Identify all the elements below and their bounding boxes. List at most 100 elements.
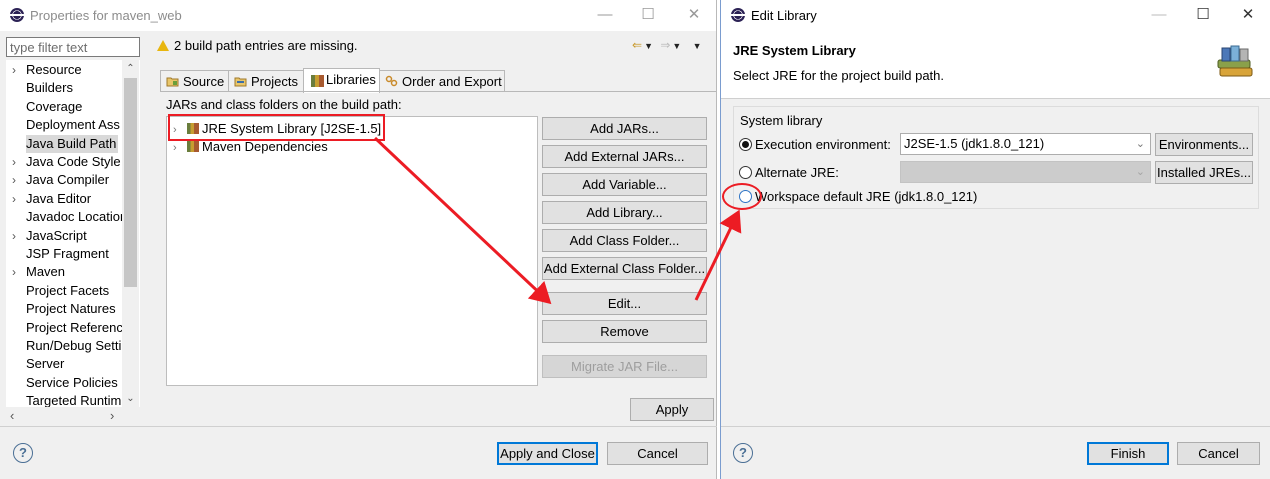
tree-item-label: Project Natures — [26, 301, 116, 317]
eclipse-icon — [731, 8, 745, 22]
group-label: System library — [740, 113, 823, 128]
environments-button[interactable]: Environments... — [1155, 133, 1253, 156]
tree-item-label: Java Editor — [26, 190, 92, 206]
expand-chevron-icon[interactable]: › — [12, 190, 22, 208]
maximize-button[interactable]: ☐ — [633, 4, 663, 26]
warning-message: 2 build path entries are missing. — [157, 38, 358, 53]
finish-button[interactable]: Finish — [1087, 442, 1169, 465]
scroll-right-icon[interactable]: › — [110, 407, 114, 424]
tree-item-label: Server — [26, 356, 65, 372]
window-title: Edit Library — [751, 8, 817, 23]
tree-item-label: Maven — [26, 264, 66, 280]
property-tree: › Resource Builders Coverage Deployment Ass J… — [6, 60, 140, 424]
add-class-folder-button[interactable]: Add Class Folder... — [542, 229, 707, 252]
projects-icon — [234, 77, 247, 87]
chevron-down-icon: ⌄ — [1135, 138, 1145, 150]
build-path-label: JARs and class folders on the build path… — [166, 97, 402, 112]
execution-environment-radio[interactable]: Execution environment: — [739, 137, 891, 153]
tree-item-label: Deployment Ass — [26, 117, 120, 133]
radio-selected-icon — [739, 138, 752, 151]
forward-menu-icon[interactable]: ▼ — [672, 41, 683, 51]
footer-separator — [721, 426, 1270, 427]
workspace-default-jre-radio[interactable]: Workspace default JRE (jdk1.8.0_121) — [739, 189, 977, 205]
library-icon — [187, 141, 199, 152]
tree-item-label: Resource — [26, 62, 82, 77]
radio-unselected-icon — [739, 166, 752, 179]
window-title: Properties for maven_web — [30, 8, 182, 23]
cancel-button[interactable]: Cancel — [1177, 442, 1260, 465]
remove-button[interactable]: Remove — [542, 320, 707, 343]
close-button[interactable]: ✕ — [1233, 4, 1263, 26]
tree-item-label: Project Referenc — [26, 319, 123, 335]
tab-libraries[interactable]: Libraries — [303, 68, 380, 93]
add-jars-button[interactable]: Add JARs... — [542, 117, 707, 140]
tree-item-label: Project Facets — [26, 282, 110, 298]
add-external-jars-button[interactable]: Add External JARs... — [542, 145, 707, 168]
warning-text: 2 build path entries are missing. — [174, 38, 358, 53]
back-menu-icon[interactable]: ▼ — [644, 41, 655, 51]
filter-input[interactable] — [7, 38, 139, 56]
forward-arrow-icon[interactable]: ⇒ — [660, 38, 672, 52]
alternate-jre-select[interactable]: ⌄ — [900, 161, 1151, 183]
expand-chevron-icon[interactable]: › — [12, 61, 22, 79]
tree-vertical-scrollbar[interactable]: ⌃ ⌄ — [122, 60, 139, 407]
close-button[interactable]: ✕ — [679, 4, 709, 26]
expand-chevron-icon[interactable]: › — [173, 139, 185, 157]
order-export-icon — [385, 75, 398, 87]
back-arrow-icon[interactable]: ⇐ — [632, 38, 644, 52]
tree-item-label: Javadoc Location — [26, 209, 124, 225]
tree-item-label: JavaScript — [26, 227, 87, 243]
tree-horizontal-scrollbar[interactable]: ‹ › — [6, 407, 140, 424]
minimize-button[interactable]: — — [590, 4, 620, 26]
expand-chevron-icon[interactable]: › — [12, 153, 22, 171]
tab-order-and-export[interactable]: Order and Export — [379, 70, 505, 92]
chevron-down-icon: ⌄ — [1135, 166, 1145, 178]
minimize-button[interactable]: — — [1144, 4, 1174, 26]
alternate-jre-radio[interactable]: Alternate JRE: — [739, 165, 839, 181]
tree-item-label: Service Policies — [26, 374, 118, 390]
annotation-highlight-ellipse — [722, 183, 762, 210]
expand-chevron-icon[interactable]: › — [12, 227, 22, 245]
annotation-highlight-box — [168, 114, 385, 141]
add-external-class-folder-button[interactable]: Add External Class Folder... — [542, 257, 707, 280]
execution-environment-select[interactable]: J2SE-1.5 (jdk1.8.0_121) ⌄ — [900, 133, 1151, 155]
maximize-button[interactable]: ☐ — [1188, 4, 1218, 26]
scroll-thumb[interactable] — [124, 78, 137, 287]
header-title: JRE System Library — [733, 43, 856, 58]
warning-icon — [157, 40, 169, 51]
apply-and-close-button[interactable]: Apply and Close — [497, 442, 598, 465]
expand-chevron-icon[interactable]: › — [12, 263, 22, 281]
help-icon[interactable]: ? — [733, 443, 753, 463]
tab-source[interactable]: Source — [160, 70, 229, 92]
add-variable-button[interactable]: Add Variable... — [542, 173, 707, 196]
scroll-up-icon[interactable]: ⌃ — [122, 60, 139, 77]
edit-library-titlebar: Edit Library — ☐ ✕ — [721, 0, 1270, 31]
edit-button[interactable]: Edit... — [542, 292, 707, 315]
properties-dialog: Properties for maven_web — ☐ ✕ › Resource… — [0, 0, 717, 479]
add-library-button[interactable]: Add Library... — [542, 201, 707, 224]
scroll-left-icon[interactable]: ‹ — [10, 407, 14, 424]
library-books-icon — [1217, 45, 1253, 77]
libraries-icon — [311, 75, 324, 87]
expand-chevron-icon[interactable]: › — [12, 171, 22, 189]
source-folder-icon — [166, 77, 179, 87]
view-menu-icon[interactable]: ▼ — [693, 41, 704, 51]
installed-jres-button[interactable]: Installed JREs... — [1155, 161, 1253, 184]
tree-item-label: Java Code Style — [26, 154, 121, 169]
tree-item-label: Builders — [26, 80, 73, 96]
tree-item-label: Java Build Path — [26, 134, 119, 153]
apply-button[interactable]: Apply — [630, 398, 714, 421]
migrate-jar-button[interactable]: Migrate JAR File... — [542, 355, 707, 378]
cancel-button[interactable]: Cancel — [607, 442, 708, 465]
edit-library-dialog: Edit Library — ☐ ✕ JRE System Library Se… — [720, 0, 1270, 479]
history-nav[interactable]: ⇐▼ ⇒▼ ▼ — [632, 38, 704, 52]
filter-input-box[interactable] — [6, 37, 140, 57]
tree-item-label: Java Compiler — [26, 172, 110, 188]
help-icon[interactable]: ? — [13, 443, 33, 463]
tab-projects[interactable]: Projects — [228, 70, 304, 92]
tree-item-label: Run/Debug Setti — [26, 338, 122, 353]
eclipse-icon — [10, 8, 24, 22]
scroll-down-icon[interactable]: ⌄ — [122, 390, 139, 407]
wizard-header: JRE System Library Select JRE for the pr… — [721, 31, 1270, 99]
tree-item-label: Coverage — [26, 98, 83, 114]
